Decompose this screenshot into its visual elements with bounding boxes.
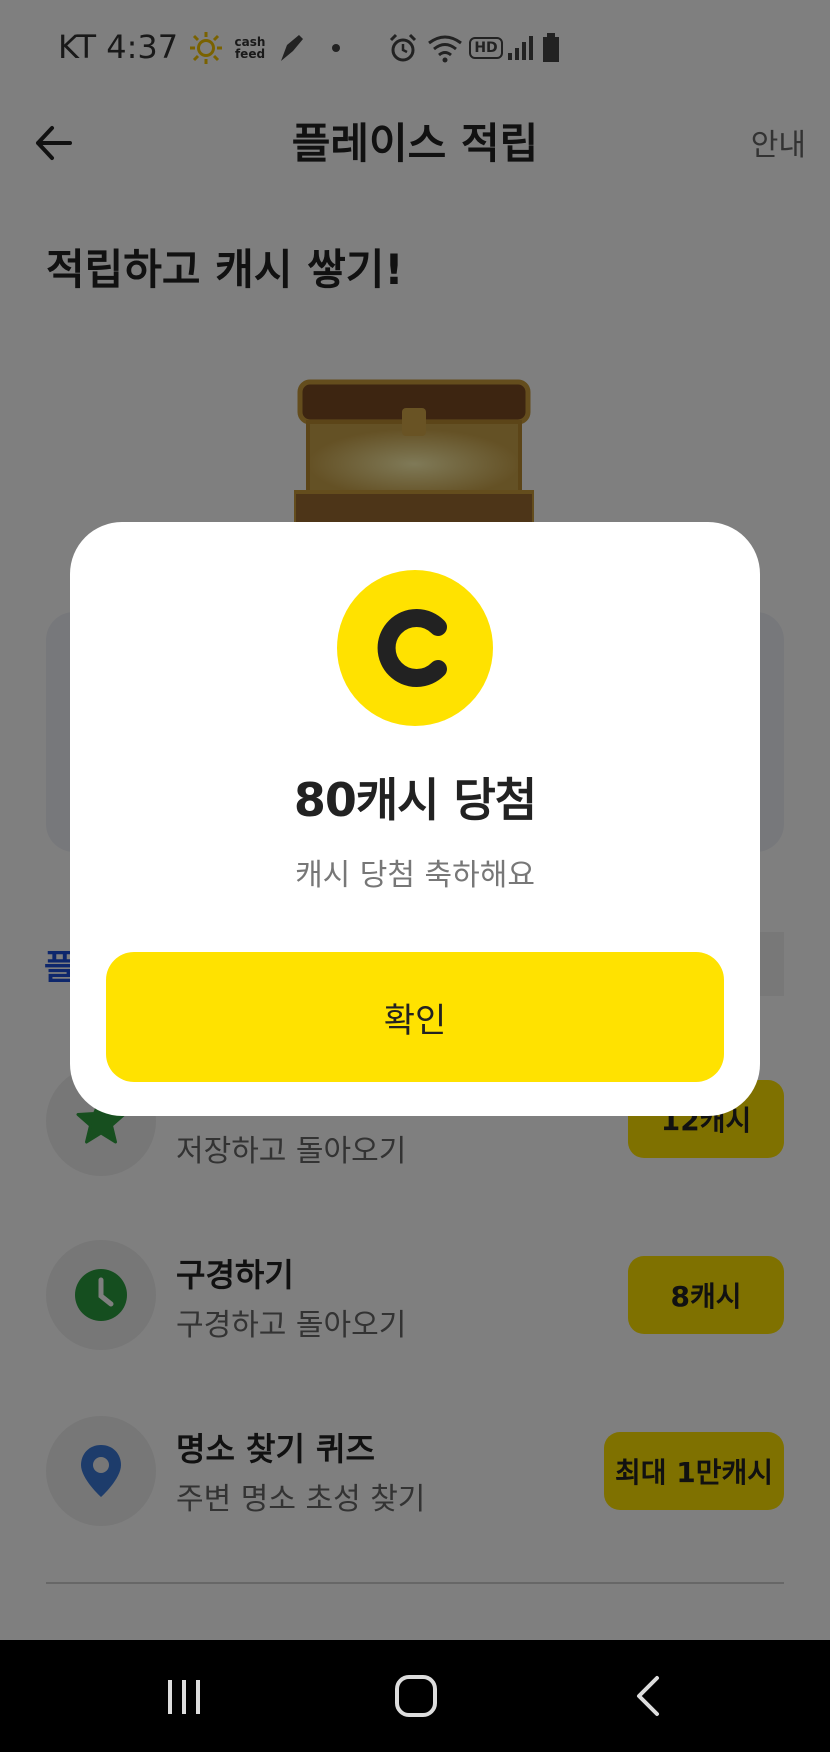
home-icon	[395, 1675, 437, 1717]
dialog-subtitle: 캐시 당첨 축하해요	[295, 858, 535, 893]
back-nav-icon	[637, 1676, 659, 1716]
recent-apps-icon	[168, 1680, 200, 1714]
cash-coin-icon	[337, 570, 493, 726]
dialog-title: 80캐시 당첨	[293, 773, 537, 827]
recent-apps-button[interactable]	[144, 1660, 224, 1732]
home-button[interactable]	[376, 1660, 456, 1732]
back-nav-button[interactable]	[608, 1660, 688, 1732]
confirm-button[interactable]: 확인	[106, 952, 724, 1082]
reward-dialog: 80캐시 당첨 캐시 당첨 축하해요 확인	[70, 522, 760, 1116]
